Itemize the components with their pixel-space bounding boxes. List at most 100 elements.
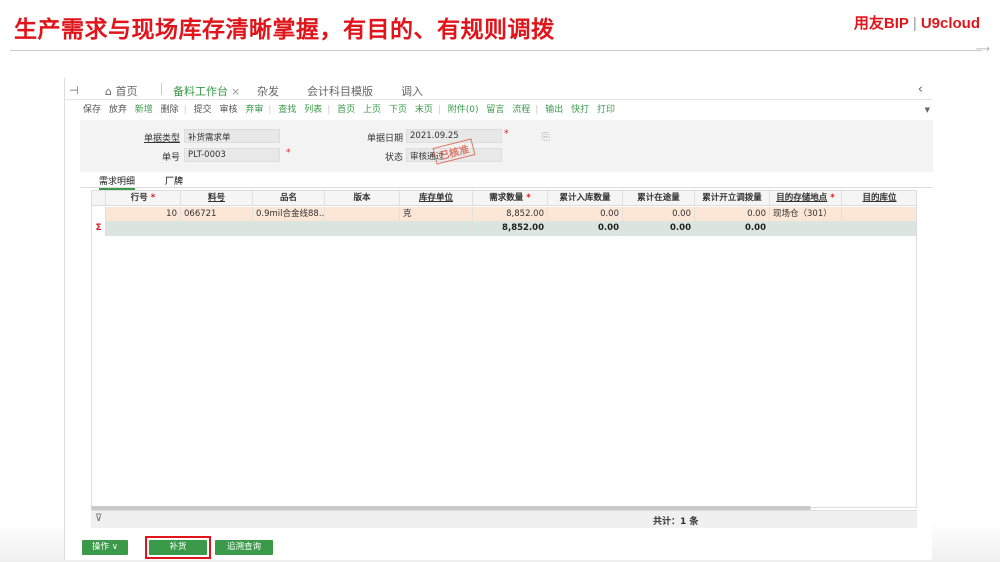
col-version[interactable]: 版本 [325, 191, 400, 206]
col-cum-in-qty[interactable]: 累计入库数量 [548, 191, 623, 206]
doc-date-field[interactable]: 2021.09.25 [406, 129, 502, 143]
tab-transfer-in[interactable]: 调入 [401, 83, 423, 99]
tab-material-workbench[interactable]: 备料工作台 × [173, 83, 240, 99]
scroll-down-icon[interactable]: ▼ [925, 106, 930, 114]
header-form: 单据类型 补货需求单 单号 PLT-0003 * 单据日期 2021.09.25… [80, 120, 933, 176]
toolbar-discard[interactable]: 放弃 [109, 105, 127, 115]
doc-no-label: 单号 [161, 153, 180, 163]
col-item-code[interactable]: 料号 [181, 191, 253, 206]
tab-misc-issue-label: 杂发 [257, 85, 279, 98]
tab-home-label: 首页 [115, 85, 138, 98]
cell-item-code[interactable]: 066721 [181, 207, 253, 222]
doc-type-label: 单据类型 [143, 134, 180, 144]
toolbar-workflow[interactable]: 流程 [512, 105, 530, 115]
sigma-icon: Σ [92, 221, 106, 236]
sum-demand-qty: 8,852.00 [473, 221, 548, 236]
home-icon: ⌂ [105, 85, 112, 98]
col-demand-qty[interactable]: 需求数量 * [473, 191, 548, 206]
sum-spacer [106, 221, 473, 236]
cell-unit[interactable]: 克 [400, 207, 473, 222]
chevron-left-icon[interactable]: ‹ [918, 82, 923, 97]
tab-misc-issue[interactable]: 杂发 [257, 83, 279, 99]
toolbar-last[interactable]: 末页 [415, 105, 433, 115]
cell-cum-in-qty[interactable]: 0.00 [548, 207, 623, 222]
toolbar-unapprove[interactable]: 弃审 [245, 105, 263, 115]
cell-cum-transit-qty[interactable]: 0.00 [623, 207, 695, 222]
toolbar-divider: | [535, 105, 539, 115]
col-demand-qty-label: 需求数量 [489, 193, 524, 203]
col-cum-transit-qty[interactable]: 累计在途量 [623, 191, 695, 206]
cell-demand-qty[interactable]: 8,852.00 [473, 207, 548, 222]
toolbar-message[interactable]: 留言 [486, 105, 504, 115]
tab-account-template[interactable]: 会计科目模版 [307, 83, 373, 99]
col-cum-transfer-qty[interactable]: 累计开立调拨量 [695, 191, 770, 206]
toolbar-submit[interactable]: 提交 [194, 105, 212, 115]
required-mark: * [523, 193, 531, 203]
brand-u9cloud: U9cloud [920, 15, 980, 32]
sum-cum-in-qty: 0.00 [548, 221, 623, 236]
replenish-button[interactable]: 补货 [149, 540, 207, 555]
close-icon[interactable]: × [231, 85, 240, 98]
toolbar-next[interactable]: 下页 [389, 105, 407, 115]
row-indicator[interactable] [92, 207, 106, 222]
sum-row: Σ 8,852.00 0.00 0.00 0.00 [92, 221, 916, 236]
col-unit[interactable]: 库存单位 [400, 191, 473, 206]
toolbar-print[interactable]: 打印 [597, 105, 615, 115]
required-mark: * [504, 129, 509, 139]
toolbar-divider: | [183, 105, 187, 115]
col-dest-location-label: 目的存储地点 [776, 193, 828, 203]
col-line-no[interactable]: 行号 * [106, 191, 181, 206]
toolbar-new[interactable]: 新增 [135, 105, 153, 115]
filter-icon[interactable]: ⊽ [95, 513, 102, 524]
grid-header: 行号 * 料号 品名 版本 库存单位 需求数量 * 累计入库数量 累计在途量 累… [92, 191, 916, 206]
col-item-name[interactable]: 品名 [253, 191, 325, 206]
trace-query-button[interactable]: 追溯查询 [215, 540, 273, 555]
toolbar-prev[interactable]: 上页 [363, 105, 381, 115]
subtab-brand[interactable]: 厂牌 [165, 174, 183, 187]
cell-dest-location[interactable]: 现场仓（301） [770, 207, 842, 222]
tab-home[interactable]: ⌂ 首页 [105, 83, 137, 99]
toolbar-attachment[interactable]: 附件(0) [448, 105, 479, 115]
col-line-no-label: 行号 [130, 193, 148, 203]
subtab-demand-detail[interactable]: 需求明细 [99, 174, 136, 190]
title-divider [10, 50, 982, 51]
tab-material-workbench-label: 备料工作台 [173, 85, 228, 98]
cell-cum-transfer-qty[interactable]: 0.00 [695, 207, 770, 222]
cell-version[interactable] [325, 207, 400, 222]
app-window: ⊣ ⌂ 首页 备料工作台 × 杂发 会计科目模版 调入 ‹ 保存 放弃 新增 删除… [64, 78, 933, 560]
collapse-nav-icon[interactable]: ⊣ [69, 84, 79, 97]
document-icon[interactable]: ⎘ [542, 132, 550, 143]
required-mark: * [827, 193, 835, 203]
col-dest-location[interactable]: 目的存储地点 * [770, 191, 842, 206]
slide-title: 生产需求与现场库存清晰掌握，有目的、有规则调拨 [14, 17, 555, 43]
divider-end-icon: ⟶ [975, 44, 990, 55]
toolbar-approve[interactable]: 审核 [220, 105, 238, 115]
toolbar-quick-print[interactable]: 快打 [571, 105, 589, 115]
cell-line-no[interactable]: 10 [106, 207, 181, 222]
table-row[interactable]: 10 066721 0.9mil合金线88... 克 8,852.00 0.00… [92, 207, 916, 222]
tab-separator [161, 83, 162, 95]
tab-transfer-in-label: 调入 [401, 85, 423, 98]
toolbar-save[interactable]: 保存 [83, 105, 101, 115]
toolbar: 保存 放弃 新增 删除 | 提交 审核 弃审 | 查找 列表 | 首页 上页 下页 末… [83, 102, 620, 118]
toolbar-output[interactable]: 输出 [545, 105, 563, 115]
cell-item-name[interactable]: 0.9mil合金线88... [253, 207, 325, 222]
brand-separator: | [912, 15, 917, 32]
sum-cum-transfer-qty: 0.00 [695, 221, 770, 236]
sum-cum-transit-qty: 0.00 [623, 221, 695, 236]
doc-type-field[interactable]: 补货需求单 [184, 129, 280, 143]
doc-no-field[interactable]: PLT-0003 [184, 148, 280, 162]
col-dest-bin[interactable]: 目的库位 [842, 191, 916, 206]
operate-button[interactable]: 操作 ∨ [82, 540, 128, 555]
toolbar-divider: | [437, 105, 441, 115]
toolbar-first[interactable]: 首页 [337, 105, 355, 115]
tab-account-template-label: 会计科目模版 [307, 85, 373, 98]
toolbar-find[interactable]: 查找 [278, 105, 296, 115]
cell-dest-bin[interactable] [842, 207, 916, 222]
toolbar-delete[interactable]: 删除 [161, 105, 179, 115]
toolbar-list[interactable]: 列表 [304, 105, 322, 115]
row-indicator-header [92, 191, 106, 206]
record-count: 共计：1 条 [653, 517, 699, 527]
toolbar-divider: | [327, 105, 331, 115]
detail-grid: 行号 * 料号 品名 版本 库存单位 需求数量 * 累计入库数量 累计在途量 累… [91, 190, 917, 508]
